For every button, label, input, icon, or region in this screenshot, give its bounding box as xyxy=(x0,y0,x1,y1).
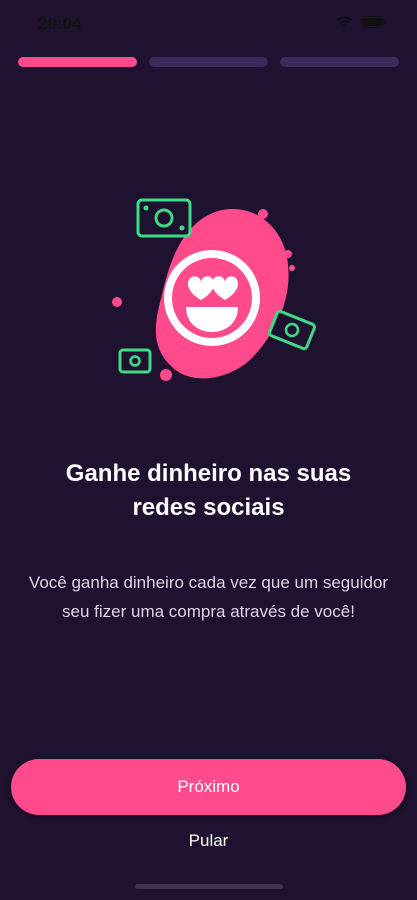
battery-icon xyxy=(361,15,387,28)
onboarding-progress xyxy=(18,57,399,67)
money-emoji-illustration xyxy=(112,198,317,381)
progress-step-2 xyxy=(149,57,268,67)
money-bill-icon-left xyxy=(118,348,152,374)
status-bar: 20:04 xyxy=(0,0,417,48)
progress-step-1 xyxy=(18,57,137,67)
title-line-1: Ganhe dinheiro nas suas xyxy=(65,460,352,487)
wifi-icon xyxy=(337,16,352,28)
money-bill-icon-right xyxy=(267,309,317,351)
skip-button[interactable]: Pular xyxy=(0,826,417,856)
onboarding-title: Ganhe dinheiro nas suas redes sociais xyxy=(0,457,417,525)
onboarding-description: Você ganha dinheiro cada vez que um segu… xyxy=(28,573,389,621)
progress-step-3 xyxy=(280,57,399,67)
status-icons xyxy=(336,15,387,28)
status-time: 20:04 xyxy=(38,14,82,33)
money-bill-icon-top xyxy=(136,198,192,238)
title-line-2: redes sociais xyxy=(132,494,285,521)
home-indicator xyxy=(135,884,283,889)
next-button[interactable]: Próximo xyxy=(11,759,406,815)
